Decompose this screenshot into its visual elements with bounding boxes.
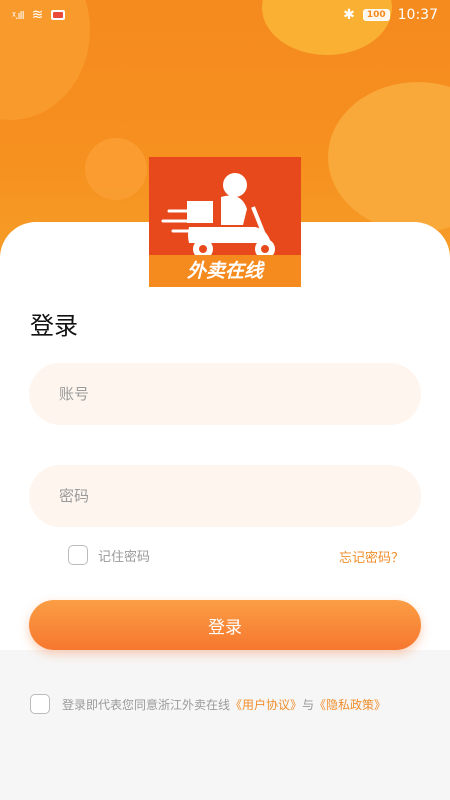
login-button[interactable]: 登录 xyxy=(29,600,421,650)
agreement-checkbox[interactable] xyxy=(30,694,50,714)
bluetooth-icon: ✱ xyxy=(343,7,355,23)
clock: 10:37 xyxy=(397,7,438,23)
agreement-row: 登录即代表您同意浙江外卖在线《用户协议》与《隐私政策》 xyxy=(30,694,386,714)
agreement-text: 登录即代表您同意浙江外卖在线《用户协议》与《隐私政策》 xyxy=(62,697,387,712)
account-input[interactable] xyxy=(29,363,421,425)
forgot-password-link[interactable]: 忘记密码？ xyxy=(339,547,404,566)
battery-icon: 100 xyxy=(362,9,390,21)
remember-checkbox[interactable] xyxy=(68,545,88,565)
status-bar: ᵡ.ıll ≋ ✱ 100 10:37 xyxy=(0,0,450,30)
wifi-icon: ≋ xyxy=(31,7,44,23)
user-agreement-link[interactable]: 《用户协议》 xyxy=(230,698,302,712)
page-title: 登录 xyxy=(30,312,78,340)
logo-text: 外卖在线 xyxy=(186,260,263,282)
signal-icon: ᵡ.ıll xyxy=(12,8,25,22)
message-icon xyxy=(51,10,66,20)
remember-password[interactable]: 记住密码 xyxy=(68,545,150,565)
app-logo: 外卖在线 xyxy=(149,157,301,287)
decor-circle xyxy=(85,138,147,200)
password-input[interactable] xyxy=(29,465,421,527)
decor-circle xyxy=(328,82,450,232)
privacy-policy-link[interactable]: 《隐私政策》 xyxy=(314,698,386,712)
remember-label: 记住密码 xyxy=(98,549,151,565)
